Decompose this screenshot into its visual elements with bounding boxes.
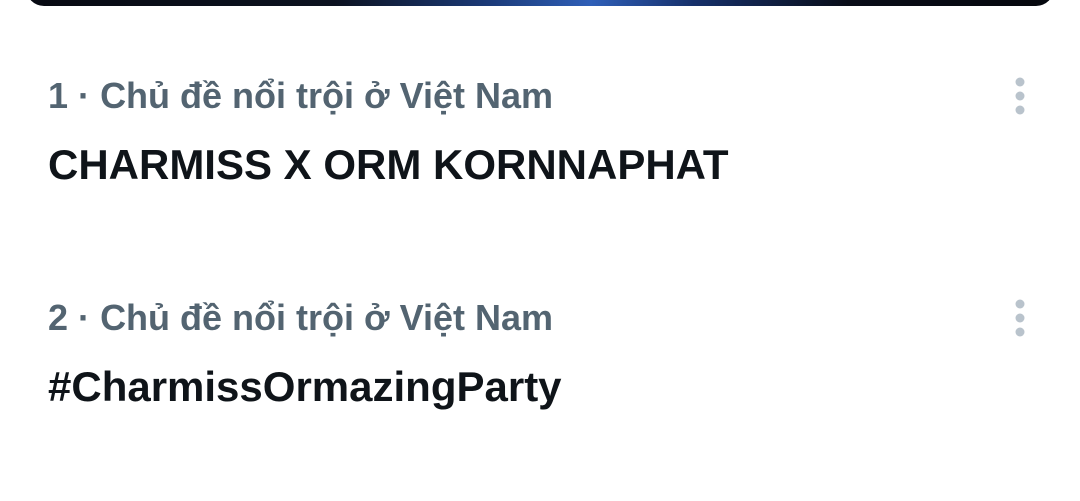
more-options-button[interactable] [996, 70, 1044, 122]
trend-separator: · [78, 297, 91, 338]
trend-rank: 2 [48, 297, 69, 338]
more-options-button[interactable] [996, 292, 1044, 344]
more-vertical-icon [1015, 299, 1025, 337]
trend-rank: 1 [48, 75, 69, 116]
header-banner-image[interactable] [26, 0, 1054, 6]
trend-context: 1 · Chủ đề nổi trội ở Việt Nam [48, 74, 553, 118]
trend-context: 2 · Chủ đề nổi trội ở Việt Nam [48, 296, 553, 340]
trend-location-label: Chủ đề nổi trội ở Việt Nam [100, 297, 554, 338]
more-vertical-icon [1015, 77, 1025, 115]
trend-item-1[interactable]: 1 · Chủ đề nổi trội ở Việt Nam CHARMISS … [0, 56, 1080, 278]
trend-separator: · [78, 75, 91, 116]
trend-title: CHARMISS X ORM KORNNAPHAT [48, 141, 729, 188]
trend-item-2[interactable]: 2 · Chủ đề nổi trội ở Việt Nam #Charmiss… [0, 278, 1080, 500]
trend-title: #CharmissOrmazingParty [48, 363, 562, 410]
trend-location-label: Chủ đề nổi trội ở Việt Nam [100, 75, 554, 116]
